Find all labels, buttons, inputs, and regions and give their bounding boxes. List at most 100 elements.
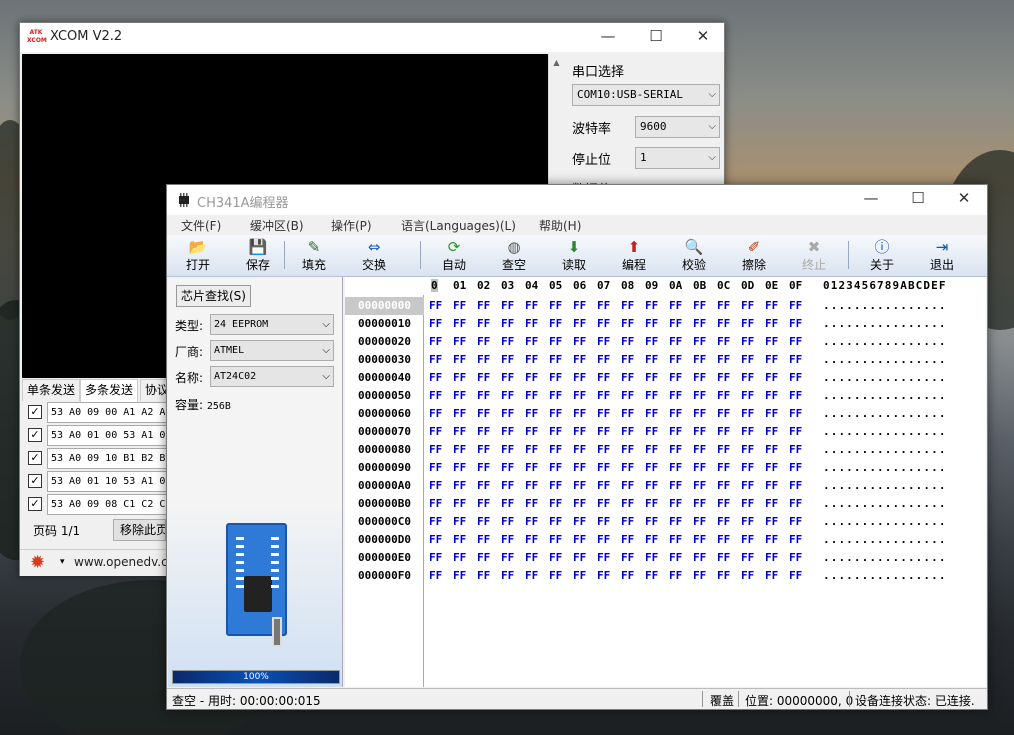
toolbar-erase-button[interactable]: ✐ 擦除 [729,237,779,275]
hex-byte-cell[interactable]: FF [429,531,442,549]
send-row-input[interactable]: 53 A0 09 00 A1 A2 A3 [47,402,176,423]
ascii-row[interactable]: ................ [823,297,947,315]
hex-byte-cell[interactable]: FF [669,567,682,585]
hex-byte-cell[interactable]: FF [669,441,682,459]
hex-byte-cell[interactable]: FF [525,531,538,549]
hex-byte-cell[interactable]: FF [621,531,634,549]
toolbar-verify-button[interactable]: 🔍 校验 [669,237,719,275]
send-row-input[interactable]: 53 A0 01 00 53 A1 00 [47,425,176,446]
hex-byte-cell[interactable]: FF [525,369,538,387]
address-cell[interactable]: 000000B0 [345,495,424,513]
ascii-row[interactable]: ................ [823,423,947,441]
hex-byte-cell[interactable]: FF [789,333,802,351]
toolbar-fill-button[interactable]: ✎ 填充 [289,237,339,275]
hex-byte-cell[interactable]: FF [525,333,538,351]
hex-byte-cell[interactable]: FF [693,567,706,585]
hex-byte-cell[interactable]: FF [477,369,490,387]
hex-byte-cell[interactable]: FF [525,405,538,423]
hex-byte-cell[interactable]: FF [501,531,514,549]
hex-byte-cell[interactable]: FF [501,351,514,369]
hex-byte-cell[interactable]: FF [669,369,682,387]
hex-byte-cell[interactable]: FF [453,495,466,513]
ascii-row[interactable]: ................ [823,405,947,423]
hex-byte-cell[interactable]: FF [501,513,514,531]
hex-byte-cell[interactable]: FF [549,297,562,315]
hex-byte-cell[interactable]: FF [669,477,682,495]
hex-byte-cell[interactable]: FF [717,405,730,423]
hex-byte-cell[interactable]: FF [741,513,754,531]
hex-byte-cell[interactable]: FF [621,333,634,351]
hex-byte-cell[interactable]: FF [525,297,538,315]
hex-byte-cell[interactable]: FF [789,477,802,495]
hex-byte-cell[interactable]: FF [789,315,802,333]
hex-byte-cell[interactable]: FF [765,531,778,549]
hex-byte-cell[interactable]: FF [765,369,778,387]
hex-byte-cell[interactable]: FF [789,531,802,549]
hex-byte-cell[interactable]: FF [549,513,562,531]
hex-byte-cell[interactable]: FF [453,513,466,531]
hex-byte-cell[interactable]: FF [765,459,778,477]
hex-byte-cell[interactable]: FF [453,297,466,315]
hex-byte-cell[interactable]: FF [525,351,538,369]
ascii-row[interactable]: ................ [823,333,947,351]
send-row-checkbox[interactable]: ✓ [28,451,42,465]
send-row-checkbox[interactable]: ✓ [28,497,42,511]
hex-byte-cell[interactable]: FF [477,315,490,333]
hex-byte-cell[interactable]: FF [477,297,490,315]
hex-byte-cell[interactable]: FF [645,405,658,423]
ascii-row[interactable]: ................ [823,477,947,495]
hex-byte-cell[interactable]: FF [501,441,514,459]
toolbar-about-button[interactable]: ⓘ 关于 [857,237,907,275]
hex-byte-cell[interactable]: FF [429,549,442,567]
hex-byte-cell[interactable]: FF [645,459,658,477]
hex-byte-cell[interactable]: FF [525,477,538,495]
hex-byte-cell[interactable]: FF [597,477,610,495]
menu-buffer[interactable]: 缓冲区(B) [250,217,304,234]
hex-byte-cell[interactable]: FF [525,423,538,441]
address-cell[interactable]: 000000F0 [345,567,424,585]
hex-byte-cell[interactable]: FF [573,477,586,495]
menu-help[interactable]: 帮助(H) [539,217,581,234]
hex-byte-cell[interactable]: FF [621,369,634,387]
hex-byte-cell[interactable]: FF [549,333,562,351]
hex-byte-cell[interactable]: FF [477,423,490,441]
toolbar-read-chip-button[interactable]: ⬇ 读取 [549,237,599,275]
hex-byte-cell[interactable]: FF [549,531,562,549]
hex-byte-cell[interactable]: FF [429,495,442,513]
hex-byte-cell[interactable]: FF [429,441,442,459]
ascii-row[interactable]: ................ [823,495,947,513]
hex-byte-cell[interactable]: FF [693,459,706,477]
hex-byte-cell[interactable]: FF [429,351,442,369]
hex-byte-cell[interactable]: FF [741,405,754,423]
hex-byte-cell[interactable]: FF [501,495,514,513]
hex-byte-cell[interactable]: FF [621,549,634,567]
hex-byte-cell[interactable]: FF [717,495,730,513]
hex-byte-cell[interactable]: FF [789,567,802,585]
hex-byte-cell[interactable]: FF [429,567,442,585]
send-row-input[interactable]: 53 A0 01 10 53 A1 00 [47,471,176,492]
hex-byte-cell[interactable]: FF [573,441,586,459]
hex-byte-cell[interactable]: FF [717,567,730,585]
hex-byte-cell[interactable]: FF [741,387,754,405]
hex-byte-cell[interactable]: FF [669,387,682,405]
ascii-row[interactable]: ................ [823,459,947,477]
hex-byte-cell[interactable]: FF [597,351,610,369]
hex-byte-cell[interactable]: FF [549,315,562,333]
hex-byte-cell[interactable]: FF [741,477,754,495]
ascii-row[interactable]: ................ [823,387,947,405]
hex-byte-cell[interactable]: FF [789,549,802,567]
hex-byte-cell[interactable]: FF [669,351,682,369]
hex-byte-cell[interactable]: FF [573,387,586,405]
hex-byte-cell[interactable]: FF [525,459,538,477]
hex-byte-cell[interactable]: FF [501,459,514,477]
ascii-row[interactable]: ................ [823,549,947,567]
hex-byte-cell[interactable]: FF [741,459,754,477]
ch341a-minimize-button[interactable]: — [848,185,894,214]
hex-byte-cell[interactable]: FF [765,477,778,495]
hex-byte-cell[interactable]: FF [453,459,466,477]
hex-byte-cell[interactable]: FF [669,513,682,531]
ch341a-maximize-button[interactable]: ☐ [895,185,941,214]
send-row-checkbox[interactable]: ✓ [28,428,42,442]
hex-byte-cell[interactable]: FF [765,513,778,531]
hex-byte-cell[interactable]: FF [765,567,778,585]
